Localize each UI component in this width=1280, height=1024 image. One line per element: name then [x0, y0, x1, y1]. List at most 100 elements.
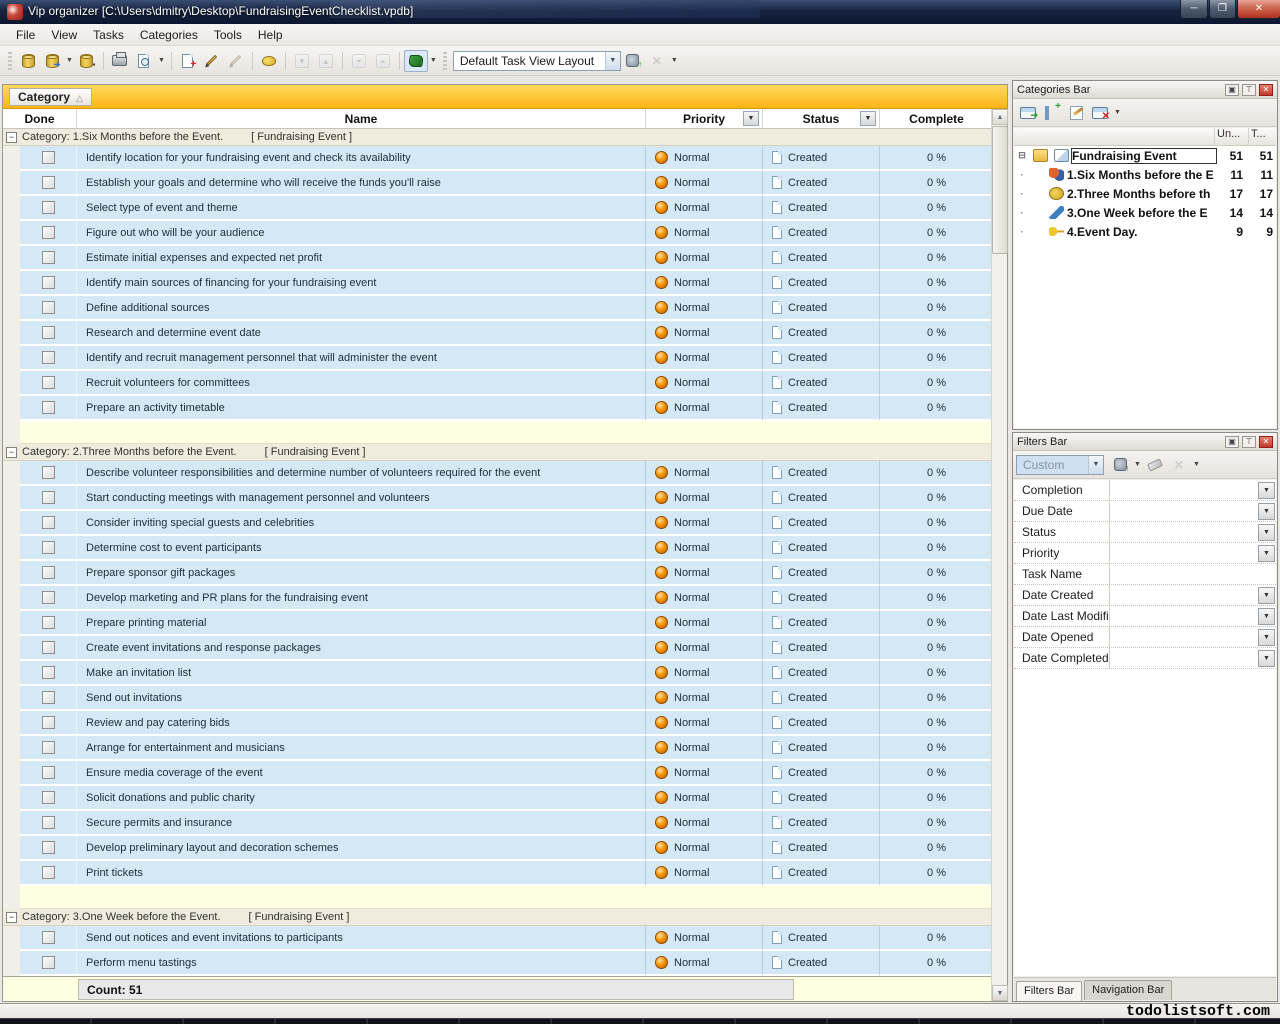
filter-value-dropdown[interactable]: ▼ [1258, 650, 1275, 667]
task-row[interactable]: Perform menu tastingsNormalCreated0 % [3, 951, 993, 976]
delete-filter-button[interactable]: ✕ [1167, 454, 1191, 476]
task-done-checkbox[interactable] [42, 541, 55, 554]
filters-toolbar-overflow[interactable]: ▼ [1193, 461, 1200, 468]
task-done-checkbox[interactable] [42, 516, 55, 529]
task-done-checkbox[interactable] [42, 691, 55, 704]
task-done-checkbox[interactable] [42, 716, 55, 729]
filter-value-field[interactable] [1109, 627, 1258, 647]
filter-preset-combobox[interactable]: Custom ▼ [1016, 455, 1104, 475]
category-tree-item[interactable]: ·3.One Week before the E1414 [1014, 203, 1276, 222]
toolbar-overflow[interactable]: ▼ [671, 57, 678, 64]
categories-close-button[interactable]: ✕ [1259, 84, 1273, 96]
scrollbar-thumb[interactable] [992, 126, 1008, 254]
priority-filter-dropdown[interactable]: ▼ [743, 111, 759, 126]
task-done-checkbox[interactable] [42, 301, 55, 314]
categories-pin-button[interactable]: ⊤ [1242, 84, 1256, 96]
task-row[interactable]: Solicit donations and public charityNorm… [3, 786, 993, 811]
delete-layout-button[interactable]: ✕ [645, 50, 669, 72]
filter-value-field[interactable] [1109, 480, 1258, 500]
filter-value-field[interactable] [1109, 606, 1258, 626]
categories-float-button[interactable]: ▣ [1225, 84, 1239, 96]
task-row[interactable]: Define additional sourcesNormalCreated0 … [3, 296, 993, 321]
category-tree-item[interactable]: ⊟Fundraising Event5151 [1014, 146, 1276, 165]
apply-layout-button[interactable] [621, 50, 645, 72]
task-row[interactable]: Develop marketing and PR plans for the f… [3, 586, 993, 611]
category-tree-item[interactable]: ·1.Six Months before the E1111 [1014, 165, 1276, 184]
task-row[interactable]: Prepare an activity timetableNormalCreat… [3, 396, 993, 421]
new-task-button[interactable]: + [176, 50, 200, 72]
task-row[interactable]: Establish your goals and determine who w… [3, 171, 993, 196]
task-done-checkbox[interactable] [42, 741, 55, 754]
collapse-group-icon[interactable]: − [6, 912, 17, 923]
task-done-checkbox[interactable] [42, 376, 55, 389]
filter-value-field[interactable] [1109, 522, 1258, 542]
category-tree-item[interactable]: ·2.Three Months before th1717 [1014, 184, 1276, 203]
menu-tasks[interactable]: Tasks [85, 25, 132, 45]
filters-float-button[interactable]: ▣ [1225, 436, 1239, 448]
move-down-button[interactable]: ▼ [290, 50, 314, 72]
task-row[interactable]: Secure permits and insuranceNormalCreate… [3, 811, 993, 836]
task-row[interactable]: Recruit volunteers for committeesNormalC… [3, 371, 993, 396]
toolbar-grip-2[interactable] [443, 52, 447, 70]
open-database-button[interactable] [16, 50, 40, 72]
filter-value-dropdown[interactable]: ▼ [1258, 545, 1275, 562]
filter-preset-dropdown[interactable]: ▼ [1088, 456, 1103, 474]
column-done[interactable]: Done [3, 109, 77, 128]
filter-value-dropdown[interactable]: ▼ [1258, 503, 1275, 520]
task-row[interactable]: Arrange for entertainment and musiciansN… [3, 736, 993, 761]
task-done-checkbox[interactable] [42, 201, 55, 214]
new-database-button[interactable]: ➜ [40, 50, 64, 72]
task-row[interactable]: Make an invitation listNormalCreated0 % [3, 661, 993, 686]
clear-filter-button[interactable] [1143, 454, 1167, 476]
task-row[interactable]: Prepare printing materialNormalCreated0 … [3, 611, 993, 636]
filter-value-dropdown[interactable]: ▼ [1258, 608, 1275, 625]
new-database-dropdown[interactable]: ▼ [66, 57, 73, 64]
task-done-checkbox[interactable] [42, 401, 55, 414]
menu-view[interactable]: View [43, 25, 85, 45]
toolbar-grip[interactable] [8, 52, 12, 70]
filter-value-dropdown[interactable]: ▼ [1258, 524, 1275, 541]
task-done-checkbox[interactable] [42, 151, 55, 164]
menu-file[interactable]: File [8, 25, 43, 45]
task-done-checkbox[interactable] [42, 351, 55, 364]
layout-combobox[interactable]: Default Task View Layout ▼ [453, 51, 621, 71]
task-done-checkbox[interactable] [42, 176, 55, 189]
close-button[interactable]: ✕ [1237, 0, 1280, 19]
group-header-row[interactable]: −Category: 3.One Week before the Event.[… [3, 909, 993, 926]
task-row[interactable]: Identify location for your fundraising e… [3, 146, 993, 171]
task-done-checkbox[interactable] [42, 766, 55, 779]
task-row[interactable]: Research and determine event dateNormalC… [3, 321, 993, 346]
task-done-checkbox[interactable] [42, 566, 55, 579]
filter-value-field[interactable] [1109, 585, 1258, 605]
edit-task-button[interactable] [200, 50, 224, 72]
scroll-up-button[interactable]: ▲ [992, 109, 1008, 125]
task-row[interactable]: Determine cost to event participantsNorm… [3, 536, 993, 561]
filter-value-field[interactable] [1109, 501, 1258, 521]
task-done-checkbox[interactable] [42, 791, 55, 804]
column-priority[interactable]: Priority▼ [646, 109, 763, 128]
menu-tools[interactable]: Tools [206, 25, 250, 45]
collapse-group-icon[interactable]: − [6, 447, 17, 458]
task-done-checkbox[interactable] [42, 591, 55, 604]
task-done-checkbox[interactable] [42, 866, 55, 879]
task-done-checkbox[interactable] [42, 816, 55, 829]
column-total[interactable]: T... [1248, 128, 1276, 145]
move-bottom-button[interactable]: ⏷ [347, 50, 371, 72]
task-done-checkbox[interactable] [42, 251, 55, 264]
filter-value-field[interactable] [1109, 564, 1276, 584]
task-row[interactable]: Send out notices and event invitations t… [3, 926, 993, 951]
task-row[interactable]: Identify and recruit management personne… [3, 346, 993, 371]
status-filter-dropdown[interactable]: ▼ [860, 111, 876, 126]
task-done-checkbox[interactable] [42, 226, 55, 239]
vertical-scrollbar[interactable]: ▲ ▼ [991, 109, 1007, 1001]
restore-button[interactable]: ❐ [1209, 0, 1236, 19]
apply-filter-dropdown[interactable]: ▼ [1134, 461, 1141, 468]
task-done-checkbox[interactable] [42, 616, 55, 629]
filter-dropdown[interactable]: ▼ [430, 57, 437, 64]
tab-filters-bar[interactable]: Filters Bar [1016, 981, 1082, 1001]
move-up-button[interactable]: ▲ [314, 50, 338, 72]
column-name[interactable]: Name [77, 109, 646, 128]
task-done-checkbox[interactable] [42, 466, 55, 479]
layout-combobox-dropdown[interactable]: ▼ [605, 52, 620, 70]
filters-close-button[interactable]: ✕ [1259, 436, 1273, 448]
